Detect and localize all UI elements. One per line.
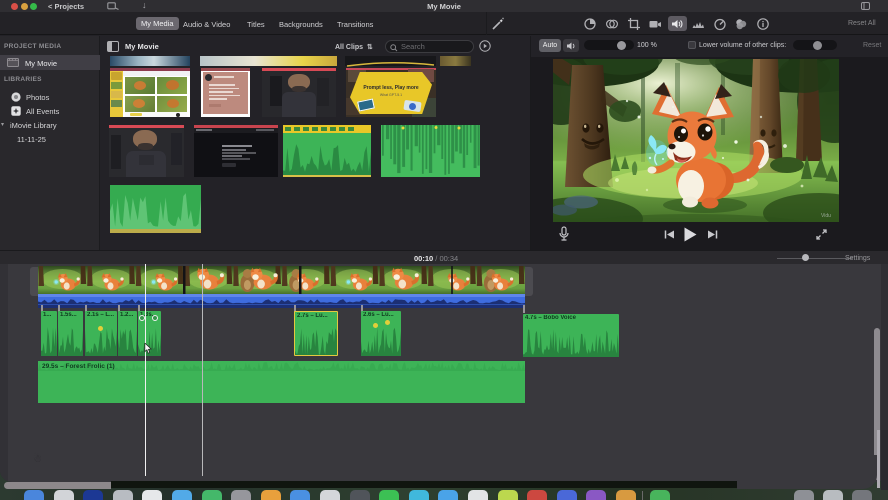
svg-text:Vidu: Vidu bbox=[821, 213, 831, 219]
